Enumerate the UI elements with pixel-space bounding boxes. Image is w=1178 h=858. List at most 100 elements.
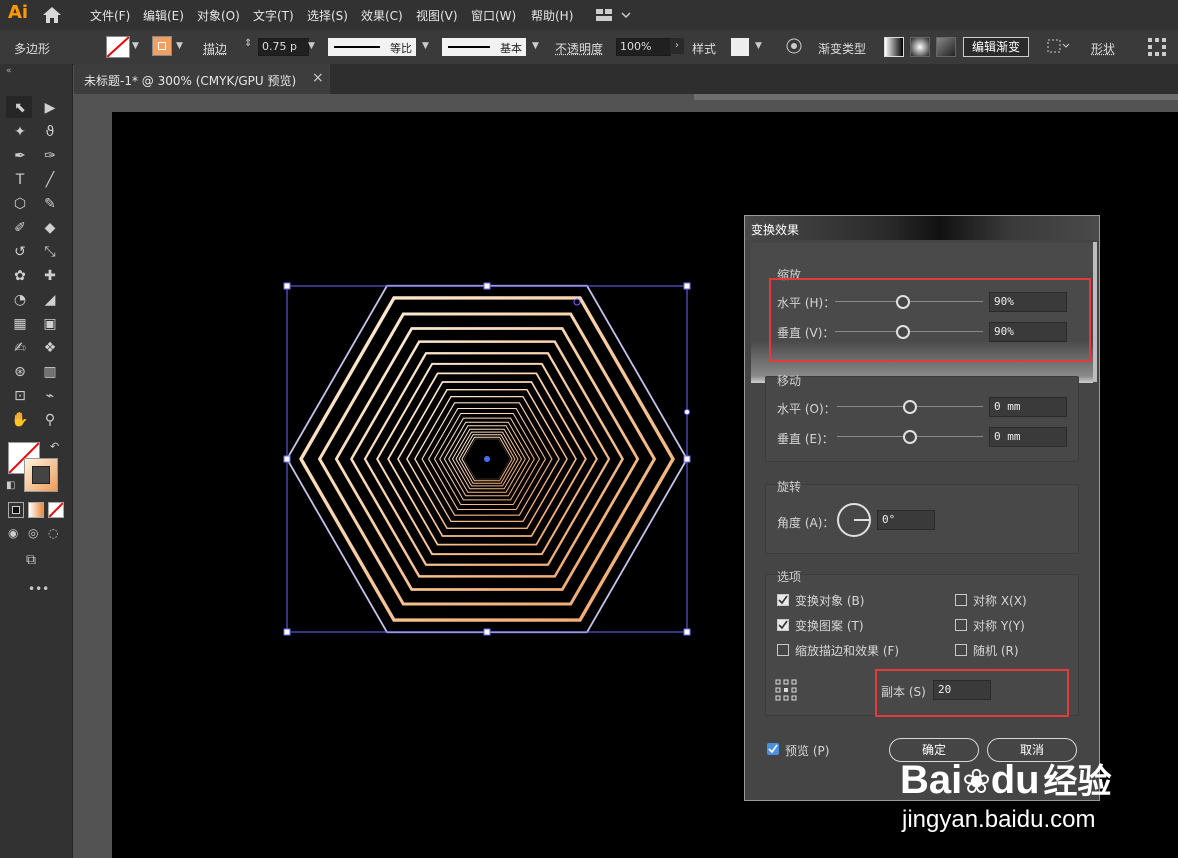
menu-edit[interactable]: 编辑(E) [143,7,184,24]
menu-type[interactable]: 文字(T) [253,7,294,24]
stroke-weight-field[interactable]: 0.75 p [258,38,309,56]
symbol-sprayer-icon[interactable]: ⊛ [9,362,31,382]
preview-checkbox[interactable] [767,743,779,755]
freeform-gradient-icon[interactable] [936,37,956,57]
move-section-label: 移动 [777,374,802,388]
stroke-color-swatch[interactable] [24,458,58,492]
hand-tool-icon[interactable]: ✋ [9,410,31,430]
dialog-scrollbar[interactable] [1093,242,1097,382]
chevron-right-icon[interactable]: › [670,38,684,54]
mesh-tool-icon[interactable]: ▦ [9,314,31,334]
move-horizontal-field[interactable]: 0 mm [989,397,1067,417]
warp-tool-icon[interactable]: ✿ [9,266,31,286]
angle-dial-icon[interactable] [837,503,871,537]
menu-object[interactable]: 对象(O) [197,7,240,24]
move-vertical-field[interactable]: 0 mm [989,427,1067,447]
chevron-down-icon[interactable]: ▼ [755,41,762,51]
variable-width-profile[interactable]: 等比 [328,38,416,56]
angle-field[interactable]: 0° [877,510,935,530]
horizontal-scrollbar[interactable] [694,94,1178,100]
reflect-y-checkbox[interactable] [955,619,967,631]
highlight-box [769,278,1091,362]
line-tool-icon[interactable]: ╱ [39,170,61,190]
none-mode-icon[interactable] [48,502,64,518]
eyedropper-icon[interactable]: ✍ [9,338,31,358]
draw-behind-icon[interactable]: ◎ [28,526,38,540]
gradient-mode-icon[interactable] [28,502,44,518]
menu-help[interactable]: 帮助(H) [531,7,573,24]
menu-file[interactable]: 文件(F) [90,7,130,24]
blend-tool-icon[interactable]: ❖ [39,338,61,358]
column-graph-icon[interactable]: ▥ [39,362,61,382]
default-colors-icon[interactable]: ◧ [6,480,15,491]
puppet-warp-icon[interactable]: ✚ [39,266,61,286]
reflect-x-checkbox[interactable] [955,594,967,606]
shaper-tool-icon[interactable]: ✐ [9,218,31,238]
document-tab[interactable]: 未标题-1* @ 300% (CMYK/GPU 预览) × [74,64,330,94]
linear-gradient-icon[interactable] [884,37,904,57]
lasso-icon[interactable]: ϑ [39,122,61,142]
menu-select[interactable]: 选择(S) [307,7,348,24]
options-section-label: 选项 [777,570,802,584]
home-icon[interactable] [42,6,62,27]
pen-tool-icon[interactable]: ✒ [9,146,31,166]
chevron-down-icon[interactable]: ▼ [422,41,429,51]
eraser-icon[interactable]: ◆ [39,218,61,238]
color-mode-icon[interactable] [8,502,24,518]
transform-patterns-label: 变换图案 (T) [795,619,864,633]
edit-toolbar-icon[interactable]: ••• [28,582,49,596]
slider-knob[interactable] [903,430,917,444]
close-icon[interactable]: × [312,70,324,86]
workspace-switcher-icon[interactable] [596,8,632,25]
swap-colors-icon[interactable]: ↶ [50,440,59,453]
draw-inside-icon[interactable]: ◌ [48,526,58,540]
radial-gradient-icon[interactable] [910,37,930,57]
transform-effect-dialog: 变换效果 缩放 水平 (H)： 90% 垂直 (V)： 90% 移动 水平 (O… [744,215,1100,801]
random-checkbox[interactable] [955,644,967,656]
graphic-style-swatch[interactable] [731,38,749,56]
polygon-tool-icon[interactable]: ⬡ [9,194,31,214]
type-tool-icon[interactable]: T [9,170,31,190]
direct-selection-tool-icon[interactable]: ▶ [39,98,61,118]
stroke-label[interactable]: 描边 [203,40,227,57]
menu-view[interactable]: 视图(V) [416,7,458,24]
transform-icon[interactable] [1146,36,1168,61]
collapse-panel-icon[interactable]: « [6,66,12,76]
shape-builder-icon[interactable]: ◔ [9,290,31,310]
scale-tool-icon[interactable]: ⤡ [39,242,61,262]
scale-strokes-checkbox[interactable] [777,644,789,656]
paintbrush-icon[interactable]: ✎ [39,194,61,214]
transform-patterns-checkbox[interactable] [777,619,789,631]
artboard-tool-icon[interactable]: ⊡ [9,386,31,406]
fill-swatch[interactable] [106,36,130,58]
reference-point-icon[interactable] [775,679,797,704]
opacity-label[interactable]: 不透明度 [555,40,603,57]
recolor-icon[interactable] [786,38,802,57]
align-icon[interactable] [1047,39,1071,56]
chevron-down-icon[interactable]: ▼ [132,41,139,51]
stepper-icon[interactable]: ⇕ [244,38,252,49]
edit-gradient-button[interactable]: 编辑渐变 [963,37,1029,57]
gradient-tool-icon[interactable]: ▣ [39,314,61,334]
zoom-tool-icon[interactable]: ⚲ [39,410,61,430]
chevron-down-icon[interactable]: ▼ [176,41,183,51]
perspective-grid-icon[interactable]: ◢ [39,290,61,310]
shape-label[interactable]: 形状 [1091,40,1115,57]
menu-effect[interactable]: 效果(C) [361,7,403,24]
chevron-down-icon[interactable]: ▼ [532,41,539,51]
rotate-tool-icon[interactable]: ↺ [9,242,31,262]
magic-wand-icon[interactable]: ✦ [9,122,31,142]
slider-knob[interactable] [903,400,917,414]
menu-window[interactable]: 窗口(W) [471,7,516,24]
draw-normal-icon[interactable]: ◉ [8,526,18,540]
slice-tool-icon[interactable]: ⌁ [39,386,61,406]
screen-mode-icon[interactable]: ⧉ [26,552,36,568]
transform-objects-checkbox[interactable] [777,594,789,606]
curvature-tool-icon[interactable]: ✑ [39,146,61,166]
watermark-url: jingyan.baidu.com [902,806,1096,833]
selection-tool-icon[interactable]: ⬉ [9,98,31,118]
chevron-down-icon[interactable]: ▼ [308,41,315,51]
brush-definition[interactable]: 基本 [442,38,526,56]
opacity-field[interactable]: 100% [616,38,671,56]
stroke-swatch[interactable] [152,36,172,56]
